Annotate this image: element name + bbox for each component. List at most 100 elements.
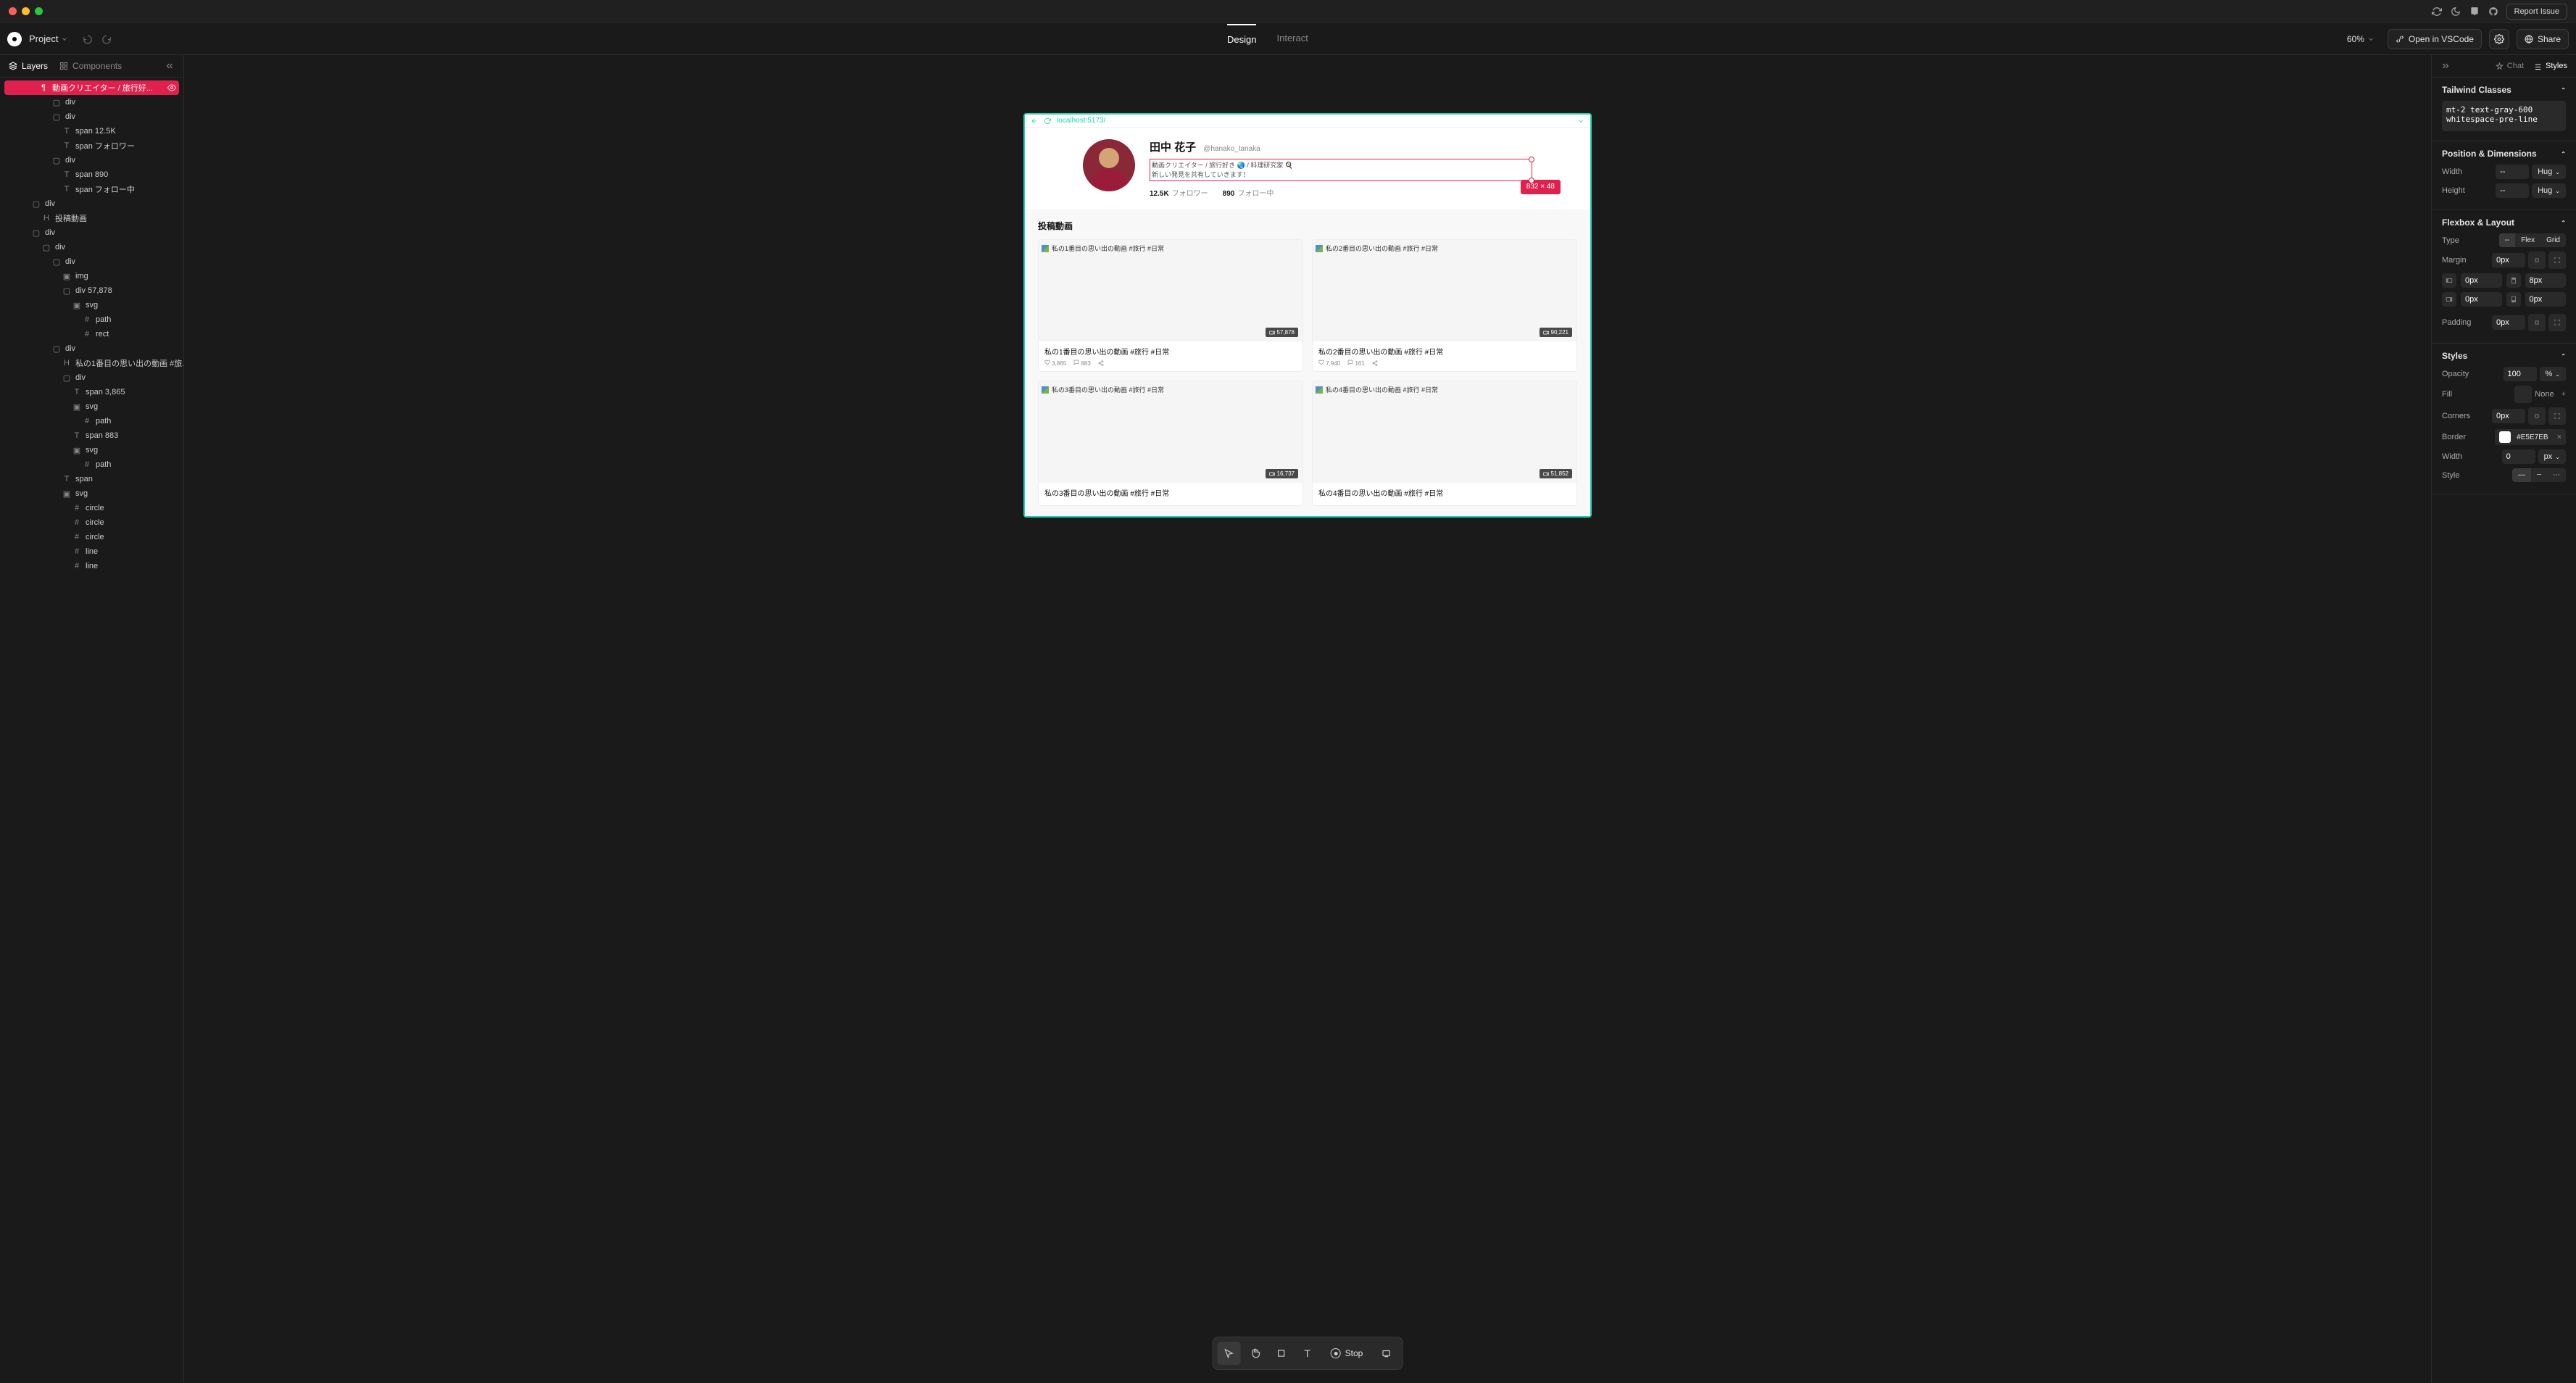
layer-row[interactable]: Tspan フォロー中: [0, 182, 183, 196]
maximize-window-button[interactable]: [35, 7, 43, 15]
opacity-unit-dropdown[interactable]: %⌄: [2540, 367, 2566, 381]
video-card[interactable]: 私の3番目の思い出の動画 #旅行 #日常16,737私の3番目の思い出の動画 #…: [1038, 381, 1303, 506]
layer-row[interactable]: ▢div: [0, 240, 183, 254]
layer-row[interactable]: ▢div 57,878: [0, 283, 183, 298]
text-tool-button[interactable]: T: [1296, 1342, 1319, 1365]
layer-row[interactable]: #path: [0, 312, 183, 327]
opacity-input[interactable]: [2504, 367, 2537, 381]
corners-link-button[interactable]: [2528, 407, 2546, 425]
margin-left-input[interactable]: [2461, 273, 2502, 288]
layer-row[interactable]: Tspan フォロワー: [0, 138, 183, 153]
tab-design[interactable]: Design: [1227, 24, 1256, 54]
remove-border-button[interactable]: ×: [2557, 433, 2562, 441]
layout-type-grid-button[interactable]: Grid: [2540, 233, 2566, 247]
minimize-window-button[interactable]: [22, 7, 30, 15]
layer-row[interactable]: ▣svg: [0, 486, 183, 501]
collapse-section-icon[interactable]: ⌃: [2561, 353, 2566, 360]
layer-row[interactable]: ▣svg: [0, 399, 183, 414]
height-input[interactable]: [2496, 183, 2529, 198]
settings-button[interactable]: [2489, 29, 2509, 49]
layer-row[interactable]: ▢div: [0, 225, 183, 240]
add-fill-button[interactable]: +: [2562, 390, 2566, 399]
layout-type-none-button[interactable]: --: [2499, 233, 2516, 247]
margin-link-button[interactable]: [2528, 252, 2546, 269]
share-icon[interactable]: [1098, 360, 1104, 366]
layer-row[interactable]: #circle: [0, 515, 183, 530]
layer-row[interactable]: ▢div: [0, 341, 183, 356]
tab-interact[interactable]: Interact: [1276, 24, 1308, 54]
margin-top-input[interactable]: [2525, 273, 2567, 288]
project-name-dropdown[interactable]: Project: [29, 33, 68, 44]
redo-button[interactable]: [101, 34, 112, 44]
fill-swatch[interactable]: [2514, 386, 2532, 403]
height-mode-dropdown[interactable]: Hug⌄: [2532, 183, 2566, 198]
video-card[interactable]: 私の4番目の思い出の動画 #旅行 #日常51,852私の4番目の思い出の動画 #…: [1312, 381, 1577, 506]
discord-icon[interactable]: [2469, 6, 2480, 17]
collapse-right-panel-button[interactable]: [2440, 61, 2451, 71]
zoom-dropdown[interactable]: 60%: [2347, 34, 2375, 44]
margin-right-input[interactable]: [2461, 292, 2502, 307]
stop-button[interactable]: Stop: [1322, 1342, 1372, 1365]
layer-row[interactable]: Tspan: [0, 472, 183, 486]
corners-input[interactable]: [2492, 409, 2525, 423]
layer-row[interactable]: ▢div: [0, 95, 183, 109]
border-width-unit-dropdown[interactable]: px⌄: [2538, 449, 2566, 464]
frame-tool-button[interactable]: [1270, 1342, 1293, 1365]
padding-input[interactable]: [2492, 315, 2525, 330]
margin-bottom-input[interactable]: [2525, 292, 2567, 307]
width-input[interactable]: [2496, 165, 2529, 179]
collapse-left-panel-button[interactable]: [165, 61, 175, 71]
border-width-input[interactable]: [2502, 449, 2535, 464]
layer-row[interactable]: ▣img: [0, 269, 183, 283]
visibility-icon[interactable]: [167, 83, 176, 92]
layer-row[interactable]: #circle: [0, 530, 183, 544]
panel-tab-components[interactable]: Components: [59, 61, 122, 71]
layout-type-flex-button[interactable]: Flex: [2515, 233, 2540, 247]
panel-tab-layers[interactable]: Layers: [9, 61, 48, 71]
collapse-section-icon[interactable]: ⌃: [2561, 87, 2566, 94]
layer-row[interactable]: ▢div: [0, 153, 183, 167]
layer-row[interactable]: ▣svg: [0, 298, 183, 312]
back-icon[interactable]: [1031, 117, 1038, 125]
layer-row[interactable]: #line: [0, 559, 183, 573]
layer-row[interactable]: Tspan 3,865: [0, 385, 183, 399]
width-mode-dropdown[interactable]: Hug⌄: [2532, 165, 2566, 179]
undo-button[interactable]: [83, 34, 93, 44]
device-tool-button[interactable]: [1374, 1342, 1397, 1365]
tailwind-classes-input[interactable]: mt-2 text-gray-600 whitespace-pre-line: [2442, 101, 2566, 131]
layer-row[interactable]: Tspan 12.5K: [0, 124, 183, 138]
hand-tool-button[interactable]: [1244, 1342, 1267, 1365]
report-issue-button[interactable]: Report Issue: [2506, 4, 2567, 20]
corners-expand-button[interactable]: [2548, 407, 2566, 425]
share-icon[interactable]: [1372, 360, 1378, 366]
layer-row[interactable]: ▢div: [0, 254, 183, 269]
layer-row[interactable]: ▢div: [0, 370, 183, 385]
layer-row[interactable]: #path: [0, 414, 183, 428]
layer-row[interactable]: H私の1番目の思い出の動画 #旅...: [0, 356, 183, 370]
cursor-tool-button[interactable]: [1218, 1342, 1241, 1365]
profile-bio-selected-element[interactable]: 動画クリエイター / 旅行好き 🌏 / 料理研究家 🍳 新しい発見を共有していき…: [1150, 159, 1532, 181]
layer-row[interactable]: #line: [0, 544, 183, 559]
layer-row[interactable]: ▣svg: [0, 443, 183, 457]
border-style-dashed-button[interactable]: ┄: [2531, 468, 2547, 482]
open-in-vscode-button[interactable]: Open in VSCode: [2388, 29, 2482, 49]
collapse-section-icon[interactable]: ⌃: [2561, 151, 2566, 157]
layer-row[interactable]: #circle: [0, 501, 183, 515]
close-window-button[interactable]: [9, 7, 17, 15]
moon-icon[interactable]: [2450, 6, 2461, 17]
border-style-solid-button[interactable]: —: [2512, 468, 2531, 482]
share-button[interactable]: Share: [2517, 29, 2569, 49]
layer-row[interactable]: Tspan 890: [0, 167, 183, 182]
layer-row[interactable]: #path: [0, 457, 183, 472]
panel-tab-chat[interactable]: Chat: [2496, 62, 2524, 70]
layer-row[interactable]: ▢div: [0, 196, 183, 211]
github-icon[interactable]: [2488, 6, 2499, 17]
reload-icon[interactable]: [1044, 117, 1051, 125]
padding-link-button[interactable]: [2528, 314, 2546, 331]
layer-row[interactable]: ▢div: [0, 109, 183, 124]
video-card[interactable]: 私の1番目の思い出の動画 #旅行 #日常57,878私の1番目の思い出の動画 #…: [1038, 239, 1303, 372]
video-card[interactable]: 私の2番目の思い出の動画 #旅行 #日常90,221私の2番目の思い出の動画 #…: [1312, 239, 1577, 372]
border-style-dotted-button[interactable]: ⋯: [2547, 468, 2566, 482]
layer-row[interactable]: #rect: [0, 327, 183, 341]
padding-expand-button[interactable]: [2548, 314, 2566, 331]
